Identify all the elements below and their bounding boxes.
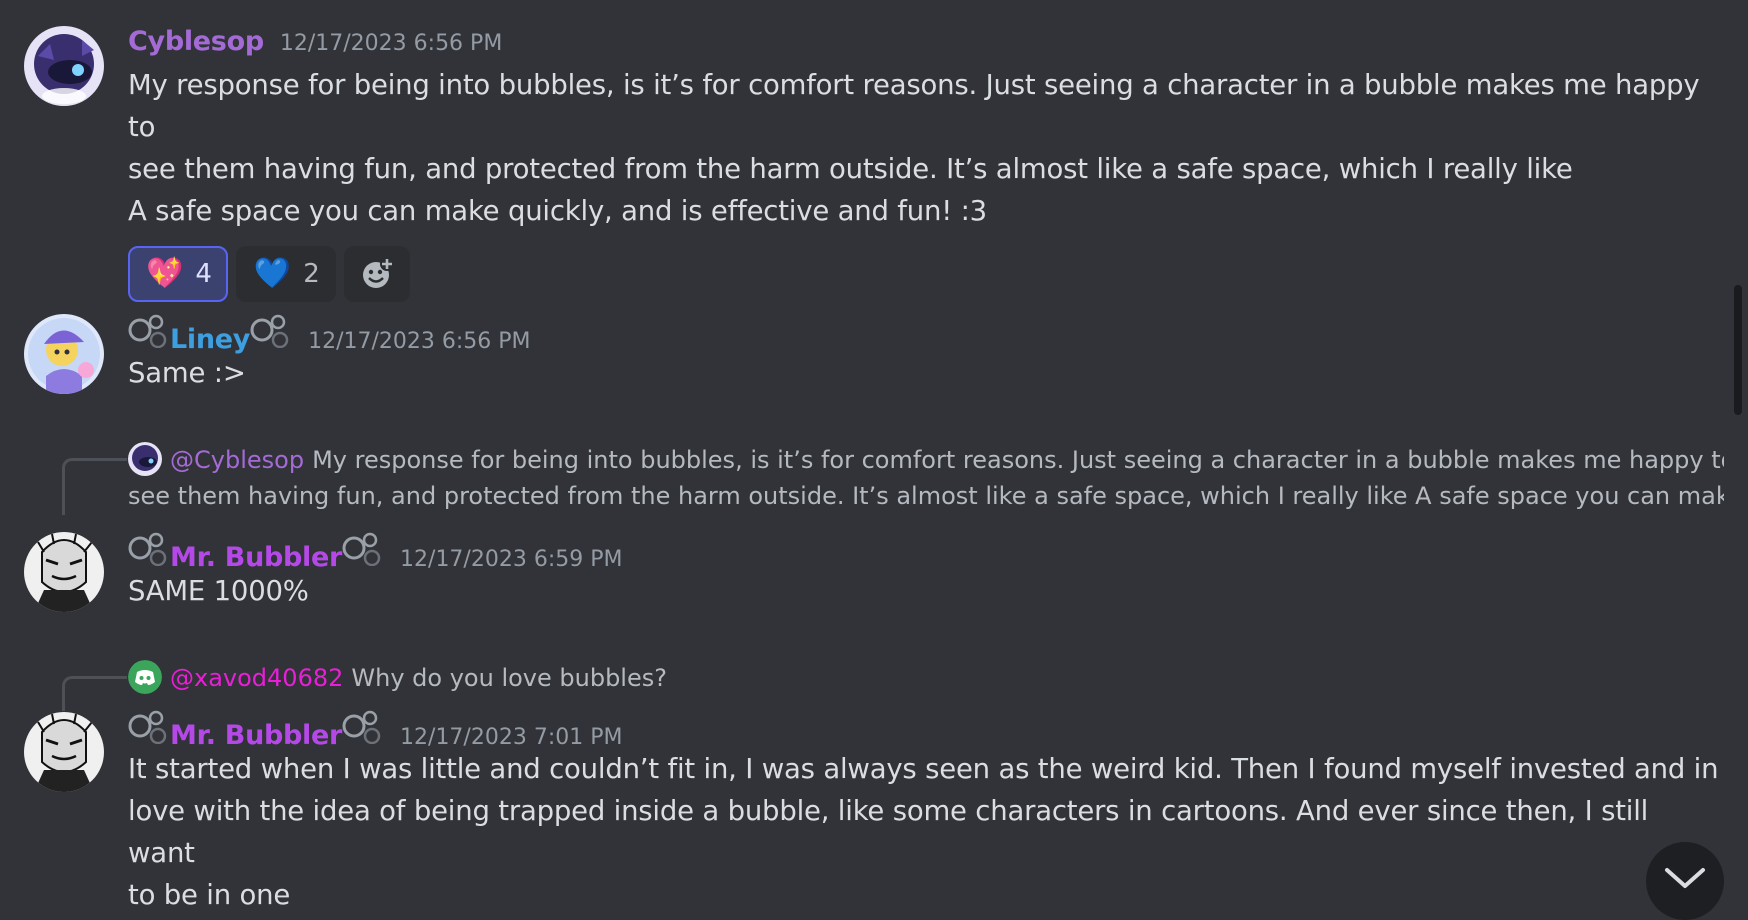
reply-mention[interactable]: @xavod40682: [170, 664, 343, 692]
reactions-bar: 💖 4 💙 2: [128, 246, 1720, 302]
message-line: It started when I was little and couldn’…: [128, 753, 1719, 785]
scrollbar[interactable]: [1734, 285, 1742, 415]
username[interactable]: Mr. Bubbler: [170, 542, 342, 573]
chevron-down-icon: [1665, 868, 1705, 888]
reaction-count: 4: [195, 259, 212, 289]
timestamp: 12/17/2023 6:56 PM: [308, 329, 531, 354]
avatar[interactable]: [24, 26, 104, 106]
reply-text: Why do you love bubbles?: [351, 664, 667, 692]
message-text: It started when I was little and couldn’…: [128, 748, 1720, 916]
discord-logo-icon: [128, 660, 162, 694]
reply-preview[interactable]: @Cyblesop My response for being into bubb…: [128, 442, 1724, 514]
message-text: Same :>: [128, 357, 246, 389]
bubbles-icon: [342, 710, 384, 745]
timestamp: 12/17/2023 6:56 PM: [279, 31, 503, 56]
reply-mention[interactable]: @Cyblesop: [170, 446, 304, 474]
add-reaction-icon: [362, 257, 394, 288]
username[interactable]: Mr. Bubbler: [170, 720, 342, 751]
avatar[interactable]: [24, 712, 104, 792]
reply-connector: [62, 676, 127, 711]
reaction-blue-heart[interactable]: 💙 2: [235, 246, 336, 302]
reply-preview[interactable]: @xavod40682 Why do you love bubbles?: [128, 660, 1724, 696]
message-text: My response for being into bubbles, is i…: [128, 64, 1720, 232]
bubbles-icon: [250, 314, 292, 349]
add-reaction-button[interactable]: [343, 246, 410, 302]
message-line: love with the idea of being trapped insi…: [128, 795, 1649, 869]
jump-to-bottom-button[interactable]: [1646, 842, 1724, 920]
avatar: [128, 442, 162, 476]
bubbles-icon: [128, 710, 170, 745]
message-line: My response for being into bubbles, is i…: [128, 69, 1700, 143]
timestamp: 12/17/2023 7:01 PM: [400, 725, 623, 750]
timestamp: 12/17/2023 6:59 PM: [400, 547, 623, 572]
reply-text: see them having fun, and protected from …: [128, 482, 1724, 510]
bubbles-icon: [128, 314, 170, 349]
reply-text: My response for being into bubbles, is i…: [312, 446, 1724, 474]
reaction-sparkling-heart[interactable]: 💖 4: [128, 246, 228, 302]
sparkling-heart-icon: 💖: [146, 256, 184, 291]
message-line: see them having fun, and protected from …: [128, 153, 1573, 185]
reply-connector: [62, 458, 127, 515]
avatar[interactable]: [24, 314, 104, 394]
blue-heart-icon: 💙: [253, 256, 292, 291]
username[interactable]: Liney: [170, 324, 250, 355]
chat-messages: Cyblesop 12/17/2023 6:56 PM My response …: [0, 0, 1748, 920]
bubbles-icon: [128, 532, 170, 567]
username[interactable]: Cyblesop: [128, 26, 264, 57]
message-text: SAME 1000%: [128, 575, 309, 607]
message-line: to be in one: [128, 879, 291, 911]
bubbles-icon: [342, 532, 384, 567]
reaction-count: 2: [303, 259, 320, 289]
message-line: A safe space you can make quickly, and i…: [128, 195, 987, 227]
avatar[interactable]: [24, 532, 104, 612]
